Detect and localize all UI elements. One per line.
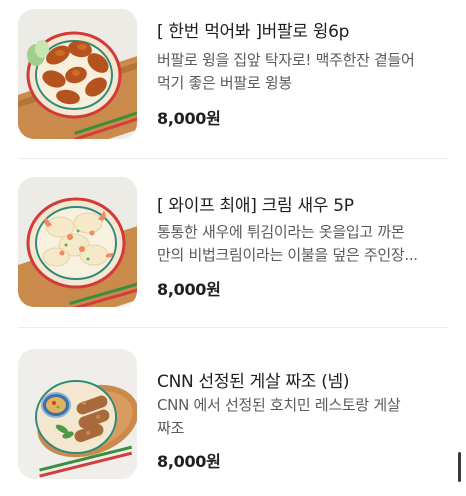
menu-item-description: 버팔로 윙을 집앞 탁자로! 맥주한잔 곁들어 먹기 좋은 버팔로 윙봉 [157, 49, 457, 95]
description-line: 버팔로 윙을 집앞 탁자로! 맥주한잔 곁들어 [157, 51, 415, 69]
cream-shrimp-photo[interactable] [18, 177, 137, 307]
menu-item-buffalo-wings[interactable]: [ 한번 먹어봐 ]버팔로 윙6p 버팔로 윙을 집앞 탁자로! 맥주한잔 곁들… [0, 0, 466, 160]
description-line: 먹기 좋은 버팔로 윙봉 [157, 74, 292, 92]
divider [18, 327, 448, 328]
crab-spring-roll-illustration [18, 349, 137, 479]
description-line: CNN 에서 선정된 호치민 레스토랑 게살 [157, 396, 401, 414]
menu-item-title: [ 한번 먹어봐 ]버팔로 윙6p [157, 22, 350, 42]
vertical-scrollbar[interactable] [458, 452, 461, 482]
cream-shrimp-illustration [18, 177, 137, 307]
menu-item-price: 8,000원 [157, 452, 221, 471]
menu-item-title: CNN 선정된 게살 짜조 (넴) [157, 372, 350, 392]
crab-spring-roll-photo[interactable] [18, 349, 137, 479]
menu-item-crab-spring-roll[interactable]: CNN 선정된 게살 짜조 (넴) CNN 에서 선정된 호치민 레스토랑 게살… [0, 336, 466, 496]
description-line: 만의 비법크림이라는 이불을 덮은 주인장... [157, 246, 418, 264]
divider [18, 158, 448, 159]
menu-item-description: 통통한 새우에 튀김이라는 옷을입고 까몬 만의 비법크림이라는 이불을 덮은 … [157, 221, 457, 267]
menu-item-price: 8,000원 [157, 109, 221, 128]
menu-list: [ 한번 먹어봐 ]버팔로 윙6p 버팔로 윙을 집앞 탁자로! 맥주한잔 곁들… [0, 0, 466, 494]
buffalo-wings-photo[interactable] [18, 9, 137, 139]
menu-item-price: 8,000원 [157, 280, 221, 299]
menu-item-title: [ 와이프 최애] 크림 새우 5P [157, 196, 354, 216]
description-line: 통통한 새우에 튀김이라는 옷을입고 까몬 [157, 223, 405, 241]
buffalo-wings-illustration [18, 9, 137, 139]
menu-item-cream-shrimp[interactable]: [ 와이프 최애] 크림 새우 5P 통통한 새우에 튀김이라는 옷을입고 까몬… [0, 168, 466, 328]
menu-item-description: CNN 에서 선정된 호치민 레스토랑 게살 짜조 [157, 394, 457, 440]
description-line: 짜조 [157, 419, 185, 437]
